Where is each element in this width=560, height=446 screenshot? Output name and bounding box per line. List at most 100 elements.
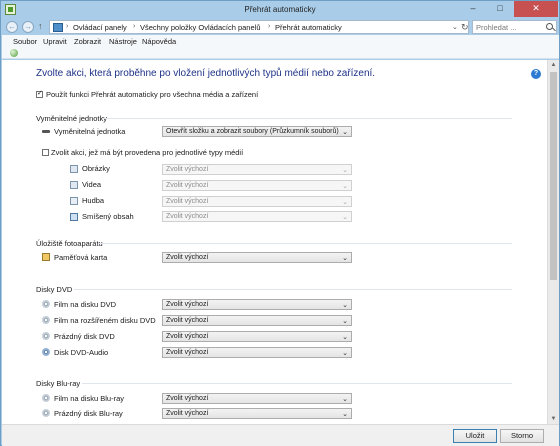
chevron-down-icon: ⌄ — [342, 334, 348, 341]
address-dropdown-icon[interactable]: ⌄ — [452, 23, 458, 31]
memory-card-label: Paměťová karta — [54, 253, 108, 262]
cancel-button[interactable]: Storno — [500, 429, 544, 443]
settings-content: Zvolte akci, která proběhne po vložení j… — [2, 60, 547, 424]
chevron-down-icon: ⌄ — [342, 396, 348, 403]
section-title-dvd: Disky DVD — [36, 285, 73, 294]
videos-value: Zvolit výchozí — [166, 182, 209, 189]
mixed-select: Zvolit výchozí ⌄ — [162, 211, 352, 222]
breadcrumb-separator: › — [133, 23, 136, 30]
use-autoplay-checkbox[interactable] — [36, 89, 43, 98]
save-button[interactable]: Uložit — [453, 429, 497, 443]
chevron-down-icon: ⌄ — [342, 318, 348, 325]
use-autoplay-label[interactable]: Použít funkci Přehrát automaticky pro vš… — [46, 90, 258, 99]
bluray-movie-value: Zvolit výchozí — [166, 395, 209, 402]
enhanced-dvd-label: Film na rozšířeném disku DVD — [54, 316, 156, 325]
mixed-value: Zvolit výchozí — [166, 213, 209, 220]
pictures-icon — [70, 165, 78, 173]
section-title-camera-storage: Úložiště fotoaparátu — [36, 239, 103, 248]
blank-bluray-select[interactable]: Zvolit výchozí ⌄ — [162, 408, 352, 419]
globe-icon[interactable] — [10, 49, 18, 57]
type-label-videos: Videa — [82, 180, 102, 189]
bluray-movie-label: Film na disku Blu-ray — [54, 394, 125, 403]
forward-arrow-icon[interactable]: → — [22, 21, 34, 33]
page-heading: Zvolte akci, která proběhne po vložení j… — [36, 68, 376, 79]
dialog-footer: Uložit Storno — [2, 424, 559, 446]
divider — [98, 243, 512, 244]
chevron-down-icon: ⌄ — [342, 183, 348, 190]
removable-drive-label: Vyměnitelná jednotka — [54, 127, 126, 136]
search-input[interactable]: Prohledat ... — [472, 20, 557, 34]
menu-zobrazit[interactable]: Zobrazit — [74, 37, 101, 46]
blank-bluray-label: Prázdný disk Blu-ray — [54, 409, 123, 418]
music-value: Zvolit výchozí — [166, 198, 209, 205]
vertical-scrollbar[interactable]: ▲ ▼ — [547, 60, 559, 424]
scroll-down-icon[interactable]: ▼ — [548, 414, 559, 424]
enhanced-dvd-value: Zvolit výchozí — [166, 317, 209, 324]
disc-icon — [42, 348, 50, 356]
type-label-mixed: Smíšený obsah — [82, 212, 134, 221]
dvd-audio-select[interactable]: Zvolit výchozí ⌄ — [162, 347, 352, 358]
per-type-label[interactable]: Zvolit akci, jež má být provedena pro je… — [51, 148, 243, 157]
menu-nastroje[interactable]: Nástroje — [109, 37, 137, 46]
dvd-movie-value: Zvolit výchozí — [166, 301, 209, 308]
chevron-down-icon: ⌄ — [342, 167, 348, 174]
menu-upravit[interactable]: Upravit — [43, 37, 67, 46]
removable-drive-select[interactable]: Otevřít složku a zobrazit soubory (Průzk… — [162, 126, 352, 137]
disc-icon — [42, 332, 50, 340]
mixed-content-icon — [70, 213, 78, 221]
type-label-music: Hudba — [82, 196, 105, 205]
control-panel-icon — [53, 23, 63, 32]
blank-bluray-value: Zvolit výchozí — [166, 410, 209, 417]
enhanced-dvd-select[interactable]: Zvolit výchozí ⌄ — [162, 315, 352, 326]
divider — [82, 383, 512, 384]
title-bar: Přehrát automaticky – □ ✕ — [1, 1, 559, 19]
maximize-button[interactable]: □ — [487, 1, 513, 17]
autoplay-window: Přehrát automaticky – □ ✕ ← → ↑ › Ovláda… — [0, 0, 560, 446]
address-bar[interactable]: › Ovládací panely › Všechny položky Ovlá… — [49, 20, 469, 34]
blank-dvd-select[interactable]: Zvolit výchozí ⌄ — [162, 331, 352, 342]
up-arrow-icon[interactable]: ↑ — [38, 21, 43, 31]
removable-drive-value: Otevřít složku a zobrazit soubory (Průzk… — [166, 128, 339, 135]
per-type-checkbox[interactable] — [42, 149, 49, 156]
music-icon — [70, 197, 78, 205]
bluray-movie-select[interactable]: Zvolit výchozí ⌄ — [162, 393, 352, 404]
disc-icon — [42, 300, 50, 308]
dvd-audio-label: Disk DVD-Audio — [54, 348, 109, 357]
disc-icon — [42, 409, 50, 417]
breadcrumb-all-items[interactable]: Všechny položky Ovládacích panelů — [140, 23, 261, 32]
menu-napoveda[interactable]: Nápověda — [142, 37, 176, 46]
blank-dvd-label: Prázdný disk DVD — [54, 332, 115, 341]
dvd-movie-select[interactable]: Zvolit výchozí ⌄ — [162, 299, 352, 310]
menu-soubor[interactable]: Soubor — [13, 37, 37, 46]
help-icon[interactable]: ? — [531, 69, 541, 79]
refresh-icon[interactable]: ↻ — [461, 22, 469, 33]
back-arrow-icon[interactable]: ← — [6, 21, 18, 33]
section-title-removable: Vyměnitelné jednotky — [36, 114, 108, 123]
search-placeholder: Prohledat ... — [476, 23, 517, 32]
menu-bar: Soubor Upravit Zobrazit Nástroje Nápověd… — [2, 35, 559, 47]
chevron-down-icon: ⌄ — [342, 255, 348, 262]
chevron-down-icon: ⌄ — [342, 411, 348, 418]
scroll-up-icon[interactable]: ▲ — [548, 60, 559, 70]
music-select: Zvolit výchozí ⌄ — [162, 196, 352, 207]
pictures-value: Zvolit výchozí — [166, 166, 209, 173]
videos-select: Zvolit výchozí ⌄ — [162, 180, 352, 191]
disc-icon — [42, 316, 50, 324]
chevron-down-icon: ⌄ — [342, 350, 348, 357]
chevron-down-icon: ⌄ — [342, 129, 348, 136]
close-button[interactable]: ✕ — [514, 1, 558, 17]
disc-icon — [42, 394, 50, 402]
breadcrumb-control-panel[interactable]: Ovládací panely — [73, 23, 127, 32]
pictures-select: Zvolit výchozí ⌄ — [162, 164, 352, 175]
section-title-bluray: Disky Blu-ray — [36, 379, 81, 388]
breadcrumb-autoplay[interactable]: Přehrát automaticky — [275, 23, 342, 32]
memory-card-select[interactable]: Zvolit výchozí ⌄ — [162, 252, 352, 263]
search-icon[interactable] — [546, 23, 553, 30]
scrollbar-thumb[interactable] — [550, 72, 557, 280]
removable-drive-icon — [42, 130, 50, 133]
dvd-movie-label: Film na disku DVD — [54, 300, 117, 309]
videos-icon — [70, 181, 78, 189]
divider — [102, 118, 512, 119]
divider — [74, 289, 512, 290]
minimize-button[interactable]: – — [460, 1, 486, 17]
